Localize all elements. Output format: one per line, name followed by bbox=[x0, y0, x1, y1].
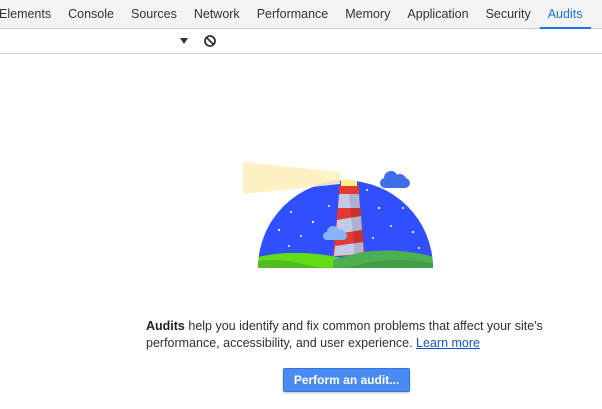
audits-description: Audits help you identify and fix common … bbox=[146, 318, 546, 352]
lighthouse-logo-icon bbox=[243, 162, 433, 269]
tab-elements[interactable]: Elements bbox=[0, 0, 60, 28]
tab-network[interactable]: Network bbox=[186, 0, 249, 28]
learn-more-link[interactable]: Learn more bbox=[416, 336, 480, 350]
perform-audit-button[interactable]: Perform an audit... bbox=[283, 368, 410, 392]
audits-toolbar bbox=[0, 29, 602, 54]
devtools-tab-bar: Elements Console Sources Network Perform… bbox=[0, 0, 602, 29]
tab-console[interactable]: Console bbox=[60, 0, 123, 28]
tab-audits[interactable]: Audits bbox=[539, 0, 592, 29]
tab-application[interactable]: Application bbox=[399, 0, 477, 28]
tab-memory[interactable]: Memory bbox=[337, 0, 399, 28]
tab-performance[interactable]: Performance bbox=[249, 0, 338, 28]
tab-security[interactable]: Security bbox=[478, 0, 540, 28]
description-text: help you identify and fix common problem… bbox=[146, 319, 543, 350]
dropdown-arrow-icon[interactable] bbox=[178, 36, 190, 46]
clear-icon[interactable] bbox=[203, 34, 217, 48]
description-title: Audits bbox=[146, 319, 185, 333]
tab-sources[interactable]: Sources bbox=[123, 0, 186, 28]
